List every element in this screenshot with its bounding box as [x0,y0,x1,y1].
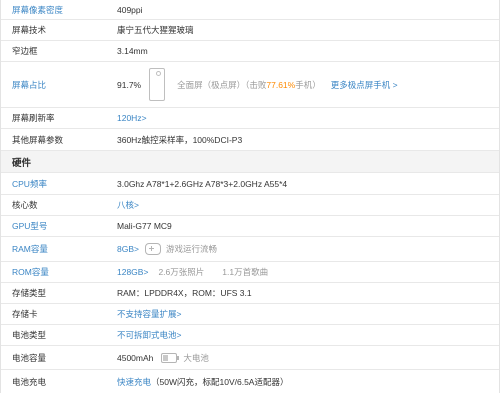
spec-row-battery-capacity: 电池容量 4500mAh 大电池 [1,346,499,370]
spec-row-refresh-rate: 屏幕刷新率 120Hz> [1,108,499,129]
screen-ratio-value: 91.7% [117,79,142,90]
spec-value-gpu: Mali-G77 MC9 [117,221,172,231]
spec-row-screen-tech: 屏幕技术 康宁五代大猩猩玻璃 [1,20,499,41]
more-notch-phones-link[interactable]: 更多极点屏手机 > [331,79,398,91]
rom-link[interactable]: 128GB> [117,267,148,277]
spec-label-screen-ratio[interactable]: 屏幕占比 [1,79,117,91]
spec-label-refresh-rate: 屏幕刷新率 [12,113,55,123]
spec-row-rom: ROM容量 128GB> 2.6万张照片 1.1万首歌曲 [1,262,499,283]
spec-label-gpu[interactable]: GPU型号 [1,220,117,232]
spec-row-battery-type: 电池类型 不可拆卸式电池> [1,325,499,346]
spec-label-other-screen-params: 其他屏幕参数 [12,134,64,145]
screen-ratio-note-suffix: 手机） [295,79,321,90]
spec-value-storage-type: RAM：LPDDR4X，ROM：UFS 3.1 [117,288,252,298]
spec-value-battery-type: 不可拆卸式电池> [117,329,499,341]
spec-label-charging: 电池充电 [12,376,47,387]
spec-label-narrow-bezel: 窄边框 [12,46,38,56]
spec-value-battery-capacity: 4500mAh 大电池 [117,352,499,364]
spec-value-refresh-rate: 120Hz> [117,113,499,123]
ram-link[interactable]: 8GB> [117,244,139,254]
spec-row-storage-type: 存储类型 RAM：LPDDR4X，ROM：UFS 3.1 [1,283,499,304]
spec-label-storage-type: 存储类型 [12,288,47,298]
spec-value-ram: 8GB> 游戏运行流畅 [117,243,499,255]
battery-level-fill [163,354,169,361]
battery-type-link[interactable]: 不可拆卸式电池> [117,329,181,341]
spec-label-battery-capacity: 电池容量 [12,352,47,363]
battery-capacity-note: 大电池 [183,352,209,363]
cores-link[interactable]: 八核> [117,199,139,211]
spec-row-other-screen-params: 其他屏幕参数 360Hz触控采样率，100%DCI-P3 [1,129,499,151]
spec-value-charging: 快速充电 （50W闪充，标配10V/6.5A适配器） [117,376,499,388]
battery-icon [161,352,180,363]
refresh-rate-link[interactable]: 120Hz> [117,113,147,123]
gamepad-icon [144,243,161,255]
spec-value-narrow-bezel: 3.14mm [117,46,148,56]
phone-outline-icon [149,68,166,101]
spec-value-cores: 八核> [117,199,499,211]
spec-label-rom[interactable]: ROM容量 [1,266,117,278]
spec-value-screen-ratio: 91.7% 全面屏（极点屏）（击败 77.61% 手机） 更多极点屏手机 > [117,68,499,101]
spec-label-memory-card: 存储卡 [12,309,38,319]
spec-row-screen-ratio: 屏幕占比 91.7% 全面屏（极点屏）（击败 77.61% 手机） 更多极点屏手机 … [1,62,499,108]
screen-ratio-note-prefix: 全面屏（极点屏）（击败 [177,79,267,90]
spec-value-other-screen-params: 360Hz触控采样率，100%DCI-P3 [117,134,243,145]
spec-row-ram: RAM容量 8GB> 游戏运行流畅 [1,237,499,262]
spec-label-battery-type: 电池类型 [12,330,47,340]
memory-card-link[interactable]: 不支持容量扩展> [117,308,181,320]
spec-label-cores: 核心数 [12,200,38,210]
spec-label-pixel-density[interactable]: 屏幕像素密度 [1,4,117,16]
screen-ratio-percent: 77.61% [266,79,296,90]
charging-note: （50W闪充，标配10V/6.5A适配器） [151,376,289,387]
rom-note-photos: 2.6万张照片 [158,267,205,277]
rom-note-songs: 1.1万首歌曲 [222,267,269,277]
spec-row-pixel-density: 屏幕像素密度 409ppi [1,0,499,20]
spec-row-cores: 核心数 八核> [1,195,499,216]
spec-label-screen-tech: 屏幕技术 [12,25,47,35]
battery-capacity-value: 4500mAh [117,352,154,363]
ram-note: 游戏运行流畅 [165,244,217,254]
fast-charge-link[interactable]: 快速充电 [117,376,151,388]
spec-row-narrow-bezel: 窄边框 3.14mm [1,41,499,62]
spec-row-memory-card: 存储卡 不支持容量扩展> [1,304,499,325]
spec-table: 屏幕像素密度 409ppi 屏幕技术 康宁五代大猩猩玻璃 窄边框 3.14mm … [0,0,500,393]
section-header-hardware: 硬件 [1,151,499,173]
spec-row-gpu: GPU型号 Mali-G77 MC9 [1,216,499,237]
spec-row-cpu: CPU频率 3.0Ghz A78*1+2.6GHz A78*3+2.0GHz A… [1,173,499,195]
spec-label-cpu[interactable]: CPU频率 [1,178,117,190]
spec-value-memory-card: 不支持容量扩展> [117,308,499,320]
spec-label-ram[interactable]: RAM容量 [1,243,117,255]
spec-value-pixel-density: 409ppi [117,4,143,15]
spec-row-charging: 电池充电 快速充电 （50W闪充，标配10V/6.5A适配器） [1,370,499,393]
spec-value-screen-tech: 康宁五代大猩猩玻璃 [117,25,194,35]
spec-value-rom: 128GB> 2.6万张照片 1.1万首歌曲 [117,266,499,278]
spec-value-cpu: 3.0Ghz A78*1+2.6GHz A78*3+2.0GHz A55*4 [117,178,288,189]
